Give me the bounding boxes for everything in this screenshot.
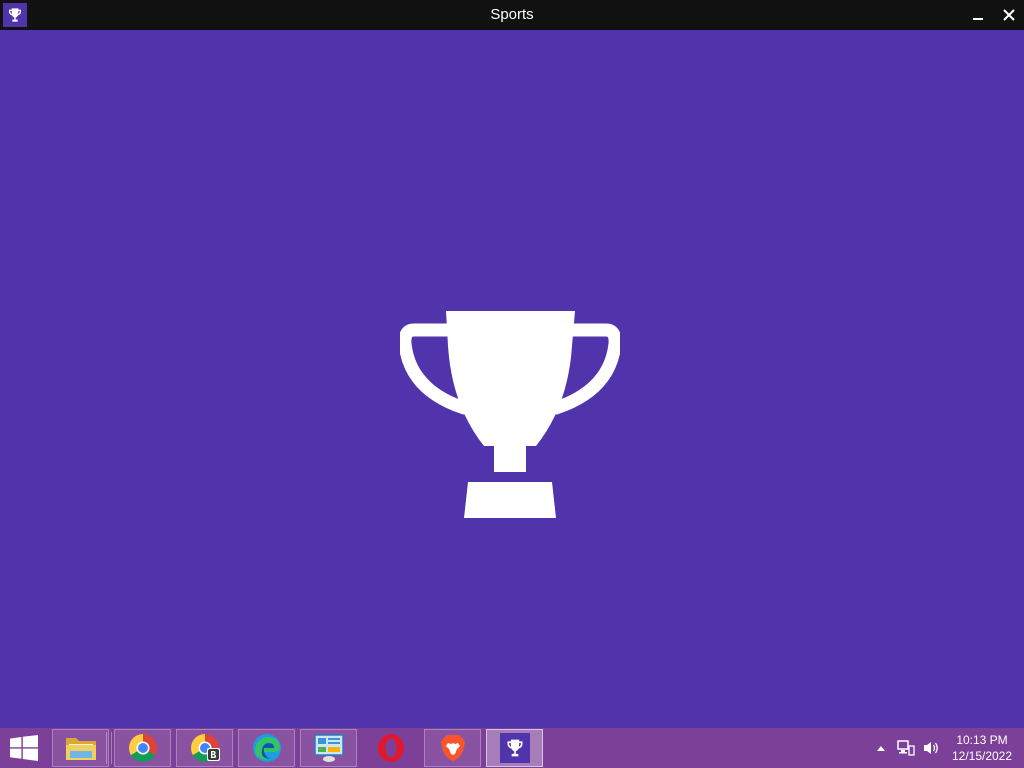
taskbar-opera[interactable] xyxy=(362,729,419,767)
desktop-screen: Sports 10:13 PM 12/15/2022 xyxy=(0,0,1024,768)
network-button[interactable] xyxy=(895,728,917,768)
taskbar-grip xyxy=(106,732,112,764)
network-icon xyxy=(897,740,915,756)
trophy-icon xyxy=(499,733,530,763)
close-icon xyxy=(1003,9,1015,21)
taskbar-file-explorer[interactable] xyxy=(52,729,109,767)
brave-icon xyxy=(440,735,465,761)
clock-time: 10:13 PM xyxy=(956,733,1008,747)
trophy-icon[interactable] xyxy=(3,3,27,27)
taskbar-sports[interactable] xyxy=(486,729,543,767)
window-titlebar[interactable]: Sports xyxy=(0,0,1024,30)
folder-icon xyxy=(65,738,96,760)
chrome-beta-icon xyxy=(190,734,220,762)
taskbar-chrome[interactable] xyxy=(114,729,171,767)
minimize-button[interactable] xyxy=(962,0,994,30)
windows-logo-icon xyxy=(10,735,38,761)
opera-icon xyxy=(377,734,404,762)
volume-button[interactable] xyxy=(920,728,942,768)
trophy-icon xyxy=(400,311,620,518)
control-panel-icon xyxy=(313,734,344,762)
taskbar-brave[interactable] xyxy=(424,729,481,767)
show-hidden-icons-button[interactable] xyxy=(872,728,890,768)
clock-date: 12/15/2022 xyxy=(951,749,1013,763)
edge-icon xyxy=(252,734,281,762)
close-button[interactable] xyxy=(993,0,1024,30)
taskbar-chrome-beta[interactable] xyxy=(176,729,233,767)
speaker-icon xyxy=(924,742,938,754)
taskbar-clock[interactable]: 10:13 PM 12/15/2022 xyxy=(944,732,1020,764)
chevron-up-icon xyxy=(877,746,885,751)
taskbar: 10:13 PM 12/15/2022 xyxy=(0,728,1024,768)
minimize-icon xyxy=(973,18,983,20)
taskbar-edge[interactable] xyxy=(238,729,295,767)
start-button[interactable] xyxy=(0,728,48,768)
splash-screen xyxy=(0,30,1024,728)
window-title: Sports xyxy=(490,6,534,23)
chrome-icon xyxy=(128,734,157,762)
taskbar-control-panel[interactable] xyxy=(300,729,357,767)
